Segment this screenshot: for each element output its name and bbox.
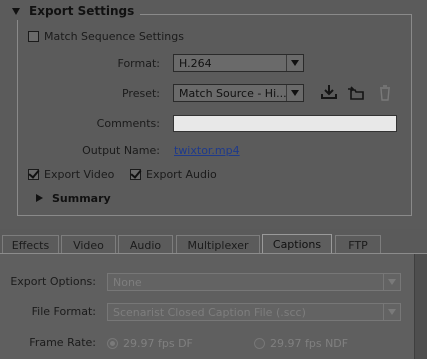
frame-rate-ndf-radio[interactable] [254,337,265,349]
export-settings-panel: Export Settings Match Sequence Settings … [0,0,427,229]
match-sequence-checkbox[interactable] [28,30,39,42]
summary-header[interactable]: Summary [36,191,111,205]
comments-label: Comments: [96,117,160,130]
export-audio-label: Export Audio [146,167,217,181]
preset-dropdown[interactable]: Match Source - Hi... [173,84,304,102]
output-name-label: Output Name: [82,144,160,157]
frame-rate-df-label: 29.97 fps DF [123,336,193,350]
tab-effects[interactable]: Effects [2,235,59,254]
format-value: H.264 [179,56,212,70]
tab-multiplexer[interactable]: Multiplexer [176,235,260,254]
match-sequence-label: Match Sequence Settings [44,29,184,43]
output-name-link[interactable]: twixtor.mp4 [174,144,240,157]
frame-rate-df-option[interactable]: 29.97 fps DF [107,336,193,350]
export-options-value: None [113,275,142,289]
chevron-down-icon [286,55,303,71]
tab-ftp[interactable]: FTP [335,235,381,254]
save-preset-icon[interactable] [320,84,338,100]
file-format-dropdown[interactable]: Scenarist Closed Caption File (.scc) [107,303,401,321]
tab-audio[interactable]: Audio [118,235,173,254]
match-sequence-row[interactable]: Match Sequence Settings [28,29,184,43]
chevron-down-icon [383,304,400,320]
summary-label: Summary [52,191,111,205]
chevron-down-icon [286,85,303,101]
import-preset-icon[interactable] [347,85,365,101]
export-settings-title: Export Settings [29,4,135,18]
export-video-checkbox[interactable] [28,168,39,180]
export-audio-checkbox[interactable] [130,168,141,180]
comments-field[interactable] [173,115,397,132]
export-options-label: Export Options: [10,275,96,288]
export-audio-row[interactable]: Export Audio [130,167,217,181]
preset-label: Preset: [121,87,160,100]
preset-value: Match Source - Hi... [179,86,286,100]
frame-rate-ndf-label: 29.97 fps NDF [270,336,349,350]
frame-rate-df-radio[interactable] [107,337,118,349]
frame-rate-label: Frame Rate: [29,336,96,349]
tab-video[interactable]: Video [61,235,116,254]
chevron-down-icon [383,274,400,290]
format-dropdown[interactable]: H.264 [173,54,304,72]
delete-preset-icon[interactable] [376,85,394,101]
captions-panel: Export Options: None File Format: Scenar… [0,254,414,359]
file-format-label: File Format: [31,305,96,318]
vertical-scrollbar[interactable] [414,254,427,359]
export-video-label: Export Video [44,167,115,181]
expand-triangle-icon[interactable] [36,194,43,202]
file-format-value: Scenarist Closed Caption File (.scc) [113,305,306,319]
collapse-triangle-icon[interactable] [12,7,20,15]
export-options-dropdown[interactable]: None [107,273,401,291]
tab-captions[interactable]: Captions [262,234,332,254]
frame-rate-ndf-option[interactable]: 29.97 fps NDF [254,336,348,350]
format-label: Format: [117,57,160,70]
export-video-row[interactable]: Export Video [28,167,114,181]
export-settings-header[interactable]: Export Settings [12,2,141,20]
